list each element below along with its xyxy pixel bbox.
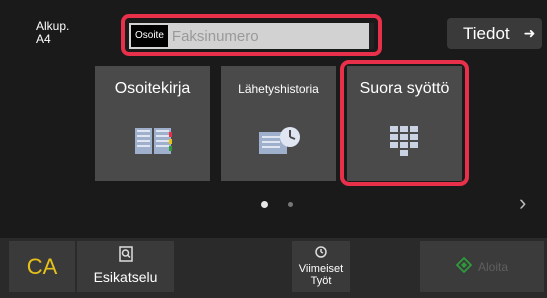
preview-icon <box>77 246 174 265</box>
tile-send-history-label: Lähetyshistoria <box>238 82 319 96</box>
fax-number-input[interactable] <box>171 27 357 45</box>
tile-address-book[interactable]: Osoitekirja <box>95 66 210 181</box>
tile-direct-entry-highlight <box>340 60 469 186</box>
info-button-label: Tiedot <box>463 23 510 43</box>
history-icon <box>292 245 350 262</box>
clear-all-label: CA <box>26 253 58 279</box>
tile-send-history[interactable]: Lähetyshistoria <box>221 66 336 181</box>
recent-jobs-label-1: Viimeiset <box>298 263 344 275</box>
original-size: A4 <box>36 32 51 46</box>
start-button[interactable]: Aloita <box>420 241 544 292</box>
info-button[interactable]: Tiedot ➜ <box>447 18 542 49</box>
address-book-icon <box>95 126 210 156</box>
history-list-icon <box>221 126 336 156</box>
address-tag: Osoite <box>131 25 168 47</box>
address-field-highlight: Osoite <box>121 14 382 56</box>
arrow-right-icon: ➜ <box>523 25 536 41</box>
preview-button[interactable]: Esikatselu <box>77 241 174 292</box>
address-field-end <box>369 23 374 49</box>
recent-jobs-button[interactable]: Viimeiset Työt <box>292 241 350 292</box>
chevron-right-icon[interactable]: › <box>519 190 526 216</box>
preview-label: Esikatselu <box>93 269 158 285</box>
original-size-indicator[interactable]: Alkup. A4 <box>36 20 69 46</box>
page-dot <box>288 202 293 207</box>
tile-address-book-label: Osoitekirja <box>114 80 191 97</box>
address-field[interactable]: Osoite <box>129 23 374 49</box>
start-icon <box>455 256 473 276</box>
clear-all-button[interactable]: CA <box>9 241 75 292</box>
recent-jobs-label-2: Työt <box>310 275 332 287</box>
start-label: Aloita <box>477 259 509 274</box>
fax-screen: Alkup. A4 Osoite Tiedot ➜ Osoitekirja <box>0 0 547 298</box>
page-dot-active <box>261 201 268 208</box>
